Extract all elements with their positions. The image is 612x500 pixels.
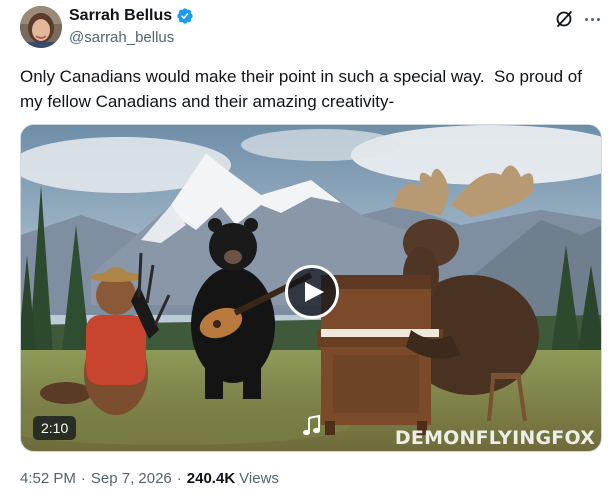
video-watermark: DEMONFLYINGFOX (394, 427, 595, 449)
play-button[interactable] (285, 265, 339, 319)
views-label: Views (239, 470, 279, 487)
author-handle[interactable]: @sarrah_bellus (69, 29, 174, 46)
grok-icon (556, 11, 572, 27)
tweet-meta: 4:52 PM · Sep 7, 2026 · 240.4K Views (20, 470, 279, 487)
views-count[interactable]: 240.4K (187, 470, 235, 487)
author-display-name[interactable]: Sarrah Bellus (69, 7, 172, 25)
more-icon (584, 17, 588, 21)
video-player[interactable]: 2:10 DEMONFLYINGFOX (20, 124, 602, 452)
tweet-card: Sarrah Bellus @sarrah_bellus Only Canadi… (0, 0, 612, 500)
author-name-row: Sarrah Bellus (69, 7, 194, 25)
meta-separator: · (80, 470, 86, 487)
verified-badge-icon[interactable] (176, 7, 194, 25)
more-options-button[interactable] (579, 6, 605, 32)
music-note-icon (303, 415, 320, 436)
play-icon (305, 282, 324, 302)
grok-button[interactable] (551, 6, 577, 32)
avatar-photo-icon (20, 6, 62, 48)
tweet-time[interactable]: 4:52 PM (20, 470, 76, 487)
video-duration-badge: 2:10 (33, 416, 77, 440)
tweet-text: Only Canadians would make their point in… (20, 67, 587, 111)
meta-separator: · (176, 470, 182, 487)
author-avatar[interactable] (20, 6, 62, 48)
tweet-date[interactable]: Sep 7, 2026 (91, 470, 172, 487)
